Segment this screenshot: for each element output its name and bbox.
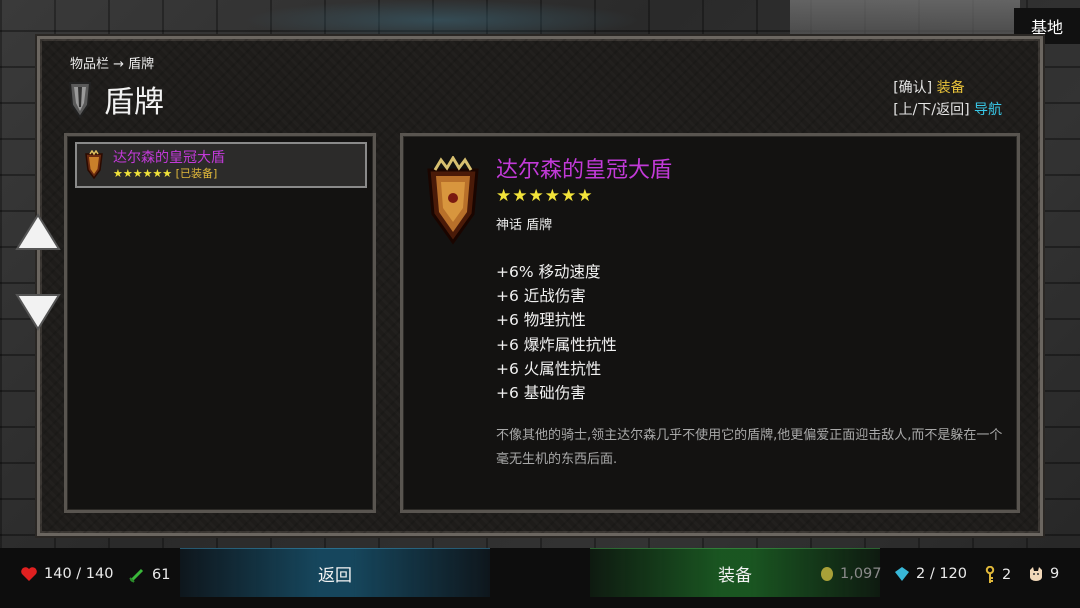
stat-line: +6 火属性抗性 xyxy=(496,359,602,378)
gold-stat: 1,097 xyxy=(820,566,882,582)
item-stats: +6% 移动速度 +6 近战伤害 +6 物理抗性 +6 爆炸属性抗性 +6 火属… xyxy=(496,260,617,405)
hint-navigate-action: 导航 xyxy=(974,102,1002,118)
item-description: 不像其他的骑士,领主达尔森几乎不使用它的盾牌,他更偏爱正面迎击敌人,而不是躲在一… xyxy=(496,428,1003,467)
stat-line: +6 物理抗性 xyxy=(496,311,586,330)
stat-line: +6 近战伤害 xyxy=(496,287,586,306)
scroll-up-arrow-icon[interactable] xyxy=(14,212,62,252)
page-title: 盾牌 xyxy=(104,85,164,120)
list-item-name: 达尔森的皇冠大盾 xyxy=(113,150,225,166)
back-button[interactable]: 返回 xyxy=(180,548,490,597)
pet-value: 9 xyxy=(1050,566,1060,582)
hint-confirm: [确认] 装备 xyxy=(893,77,1002,99)
stamina-stat: 61 xyxy=(128,566,170,584)
item-list: 达尔森的皇冠大盾 ★★★★★★ [已装备] xyxy=(64,133,376,513)
list-item-meta: ★★★★★★ [已装备] xyxy=(113,167,225,181)
list-item[interactable]: 达尔森的皇冠大盾 ★★★★★★ [已装备] xyxy=(75,142,367,188)
crown-shield-icon xyxy=(85,150,103,180)
key-stat: 2 xyxy=(984,566,1011,584)
scroll-down-arrow-icon[interactable] xyxy=(14,292,62,332)
inventory-panel: 物品栏 → 盾牌 盾牌 [确认] 装备 [上/下/返回] 导航 达尔森的皇冠大盾 xyxy=(37,36,1043,536)
control-hints: [确认] 装备 [上/下/返回] 导航 xyxy=(893,77,1002,121)
gem-icon xyxy=(895,567,909,581)
stamina-value: 61 xyxy=(152,567,171,583)
key-icon xyxy=(985,566,995,583)
key-value: 2 xyxy=(1002,567,1012,583)
gold-coin-icon xyxy=(821,567,833,581)
stat-line: +6% 移动速度 xyxy=(496,263,601,281)
sword-icon xyxy=(129,568,144,583)
stone-block-decoration xyxy=(790,0,1020,38)
hint-confirm-action: 装备 xyxy=(936,80,965,96)
stat-line: +6 基础伤害 xyxy=(496,384,586,403)
health-stat: 140 / 140 xyxy=(20,566,113,582)
hint-confirm-key: [确认] xyxy=(893,80,933,96)
item-name: 达尔森的皇冠大盾 xyxy=(496,158,673,183)
item-detail: 达尔森的皇冠大盾 ★★★★★★ 神话 盾牌 +6% 移动速度 +6 近战伤害 +… xyxy=(400,133,1020,513)
list-item-stars: ★★★★★★ xyxy=(113,167,173,180)
title-row: 盾牌 xyxy=(66,77,164,121)
item-stars: ★★★★★★ xyxy=(496,186,594,206)
stat-line: +6 爆炸属性抗性 xyxy=(496,335,617,354)
gem-value: 2 / 120 xyxy=(916,566,968,582)
hint-navigate-keys: [上/下/返回] xyxy=(893,102,970,118)
crown-shield-icon xyxy=(427,156,479,245)
heart-icon xyxy=(21,567,37,581)
shield-icon xyxy=(68,82,92,119)
gold-value: 1,097 xyxy=(840,566,882,582)
breadcrumb: 物品栏 → 盾牌 xyxy=(70,57,155,72)
item-type: 神话 盾牌 xyxy=(496,218,553,233)
pet-stat: 9 xyxy=(1028,566,1059,582)
health-value: 140 / 140 xyxy=(44,566,114,582)
background-glow xyxy=(240,0,640,40)
hint-navigate: [上/下/返回] 导航 xyxy=(893,99,1002,121)
equipped-badge: [已装备] xyxy=(175,167,218,180)
gem-stat: 2 / 120 xyxy=(894,566,967,582)
cat-icon xyxy=(1030,567,1042,581)
list-item-text: 达尔森的皇冠大盾 ★★★★★★ [已装备] xyxy=(113,149,225,181)
